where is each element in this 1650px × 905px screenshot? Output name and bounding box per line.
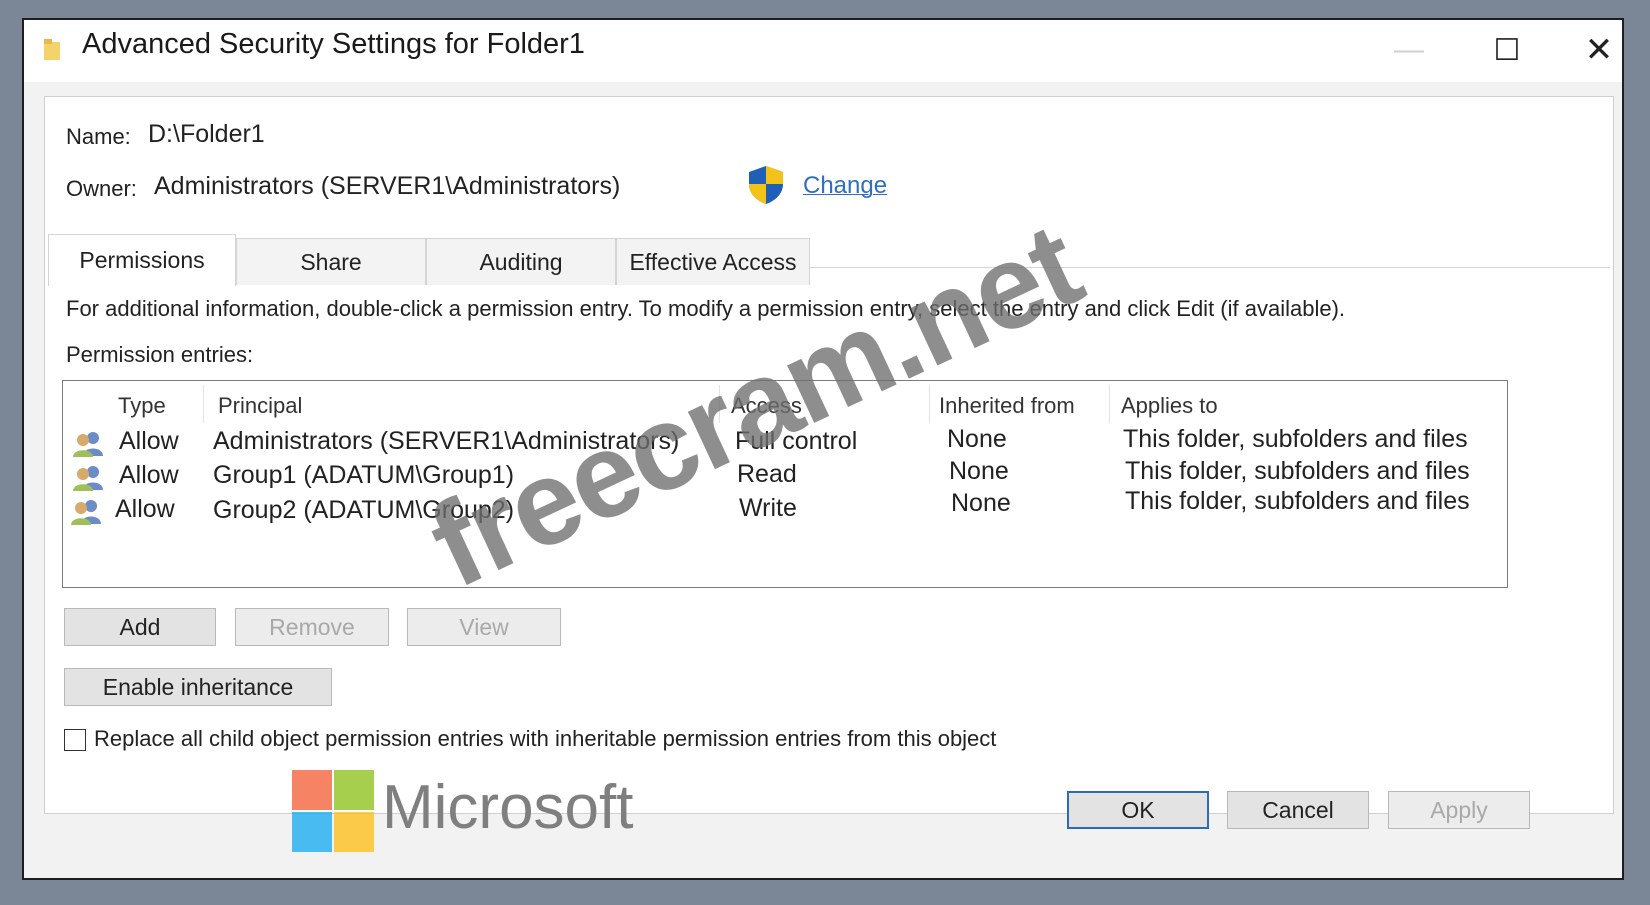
tab-divider bbox=[810, 267, 1610, 268]
entry-applies-to: This folder, subfolders and files bbox=[1123, 425, 1468, 453]
security-settings-window: Advanced Security Settings for Folder1 —… bbox=[22, 18, 1624, 880]
entry-principal: Group1 (ADATUM\Group1) bbox=[213, 461, 515, 489]
add-button[interactable]: Add bbox=[64, 608, 216, 646]
entry-principal: Group2 (ADATUM\Group2) bbox=[213, 496, 515, 524]
enable-inheritance-button[interactable]: Enable inheritance bbox=[64, 668, 332, 706]
tab-share[interactable]: Share bbox=[236, 238, 426, 285]
entry-access: Read bbox=[737, 460, 797, 488]
entry-type: Allow bbox=[115, 495, 175, 523]
entry-inherited-from: None bbox=[949, 457, 1009, 485]
uac-shield-icon bbox=[749, 166, 783, 204]
tab-effective-access[interactable]: Effective Access bbox=[616, 238, 810, 285]
column-separator[interactable] bbox=[203, 385, 204, 423]
close-button[interactable]: ✕ bbox=[1579, 30, 1619, 70]
column-separator[interactable] bbox=[929, 385, 930, 423]
owner-value: Administrators (SERVER1\Administrators) bbox=[154, 172, 621, 200]
entry-applies-to: This folder, subfolders and files bbox=[1125, 487, 1470, 515]
column-header-inherited-from[interactable]: Inherited from bbox=[939, 393, 1075, 419]
window-title: Advanced Security Settings for Folder1 bbox=[82, 28, 585, 60]
column-header-type[interactable]: Type bbox=[118, 393, 166, 419]
entry-type: Allow bbox=[119, 427, 179, 455]
entry-type: Allow bbox=[119, 461, 179, 489]
permission-entries-list[interactable]: Type Principal Access Inherited from App… bbox=[62, 380, 1508, 588]
name-value: D:\Folder1 bbox=[148, 120, 265, 148]
column-separator[interactable] bbox=[1109, 385, 1110, 423]
user-group-icon bbox=[73, 432, 103, 457]
view-button[interactable]: View bbox=[407, 608, 561, 646]
microsoft-logo-text: Microsoft bbox=[382, 773, 634, 842]
entry-applies-to: This folder, subfolders and files bbox=[1125, 457, 1470, 485]
tab-permissions[interactable]: Permissions bbox=[48, 234, 236, 286]
replace-child-permissions-checkbox[interactable] bbox=[64, 729, 86, 751]
entry-inherited-from: None bbox=[951, 489, 1011, 517]
column-header-access[interactable]: Access bbox=[731, 393, 802, 419]
replace-child-permissions-label[interactable]: Replace all child object permission entr… bbox=[94, 726, 996, 752]
user-group-icon bbox=[73, 466, 103, 491]
folder-icon bbox=[44, 39, 60, 60]
change-owner-link[interactable]: Change bbox=[803, 172, 887, 200]
apply-button[interactable]: Apply bbox=[1388, 791, 1530, 829]
owner-label: Owner: bbox=[66, 176, 137, 201]
info-text: For additional information, double-click… bbox=[66, 296, 1346, 321]
minimize-button[interactable]: — bbox=[1389, 30, 1429, 70]
entry-access: Write bbox=[739, 494, 797, 522]
cancel-button[interactable]: Cancel bbox=[1227, 791, 1369, 829]
remove-button[interactable]: Remove bbox=[235, 608, 389, 646]
name-label: Name: bbox=[66, 124, 131, 149]
permission-entries-label: Permission entries: bbox=[66, 342, 254, 367]
entry-inherited-from: None bbox=[947, 425, 1007, 453]
column-header-principal[interactable]: Principal bbox=[218, 393, 302, 419]
microsoft-logo-icon bbox=[292, 770, 378, 856]
ok-button[interactable]: OK bbox=[1067, 791, 1209, 829]
title-bar[interactable]: Advanced Security Settings for Folder1 —… bbox=[24, 20, 1622, 82]
tab-auditing[interactable]: Auditing bbox=[426, 238, 616, 285]
maximize-button[interactable]: ☐ bbox=[1487, 30, 1527, 70]
column-header-applies-to[interactable]: Applies to bbox=[1121, 393, 1218, 419]
user-group-icon bbox=[71, 500, 101, 525]
entry-access: Full control bbox=[735, 427, 858, 455]
entry-principal: Administrators (SERVER1\Administrators) bbox=[213, 427, 680, 455]
column-separator[interactable] bbox=[719, 385, 720, 423]
